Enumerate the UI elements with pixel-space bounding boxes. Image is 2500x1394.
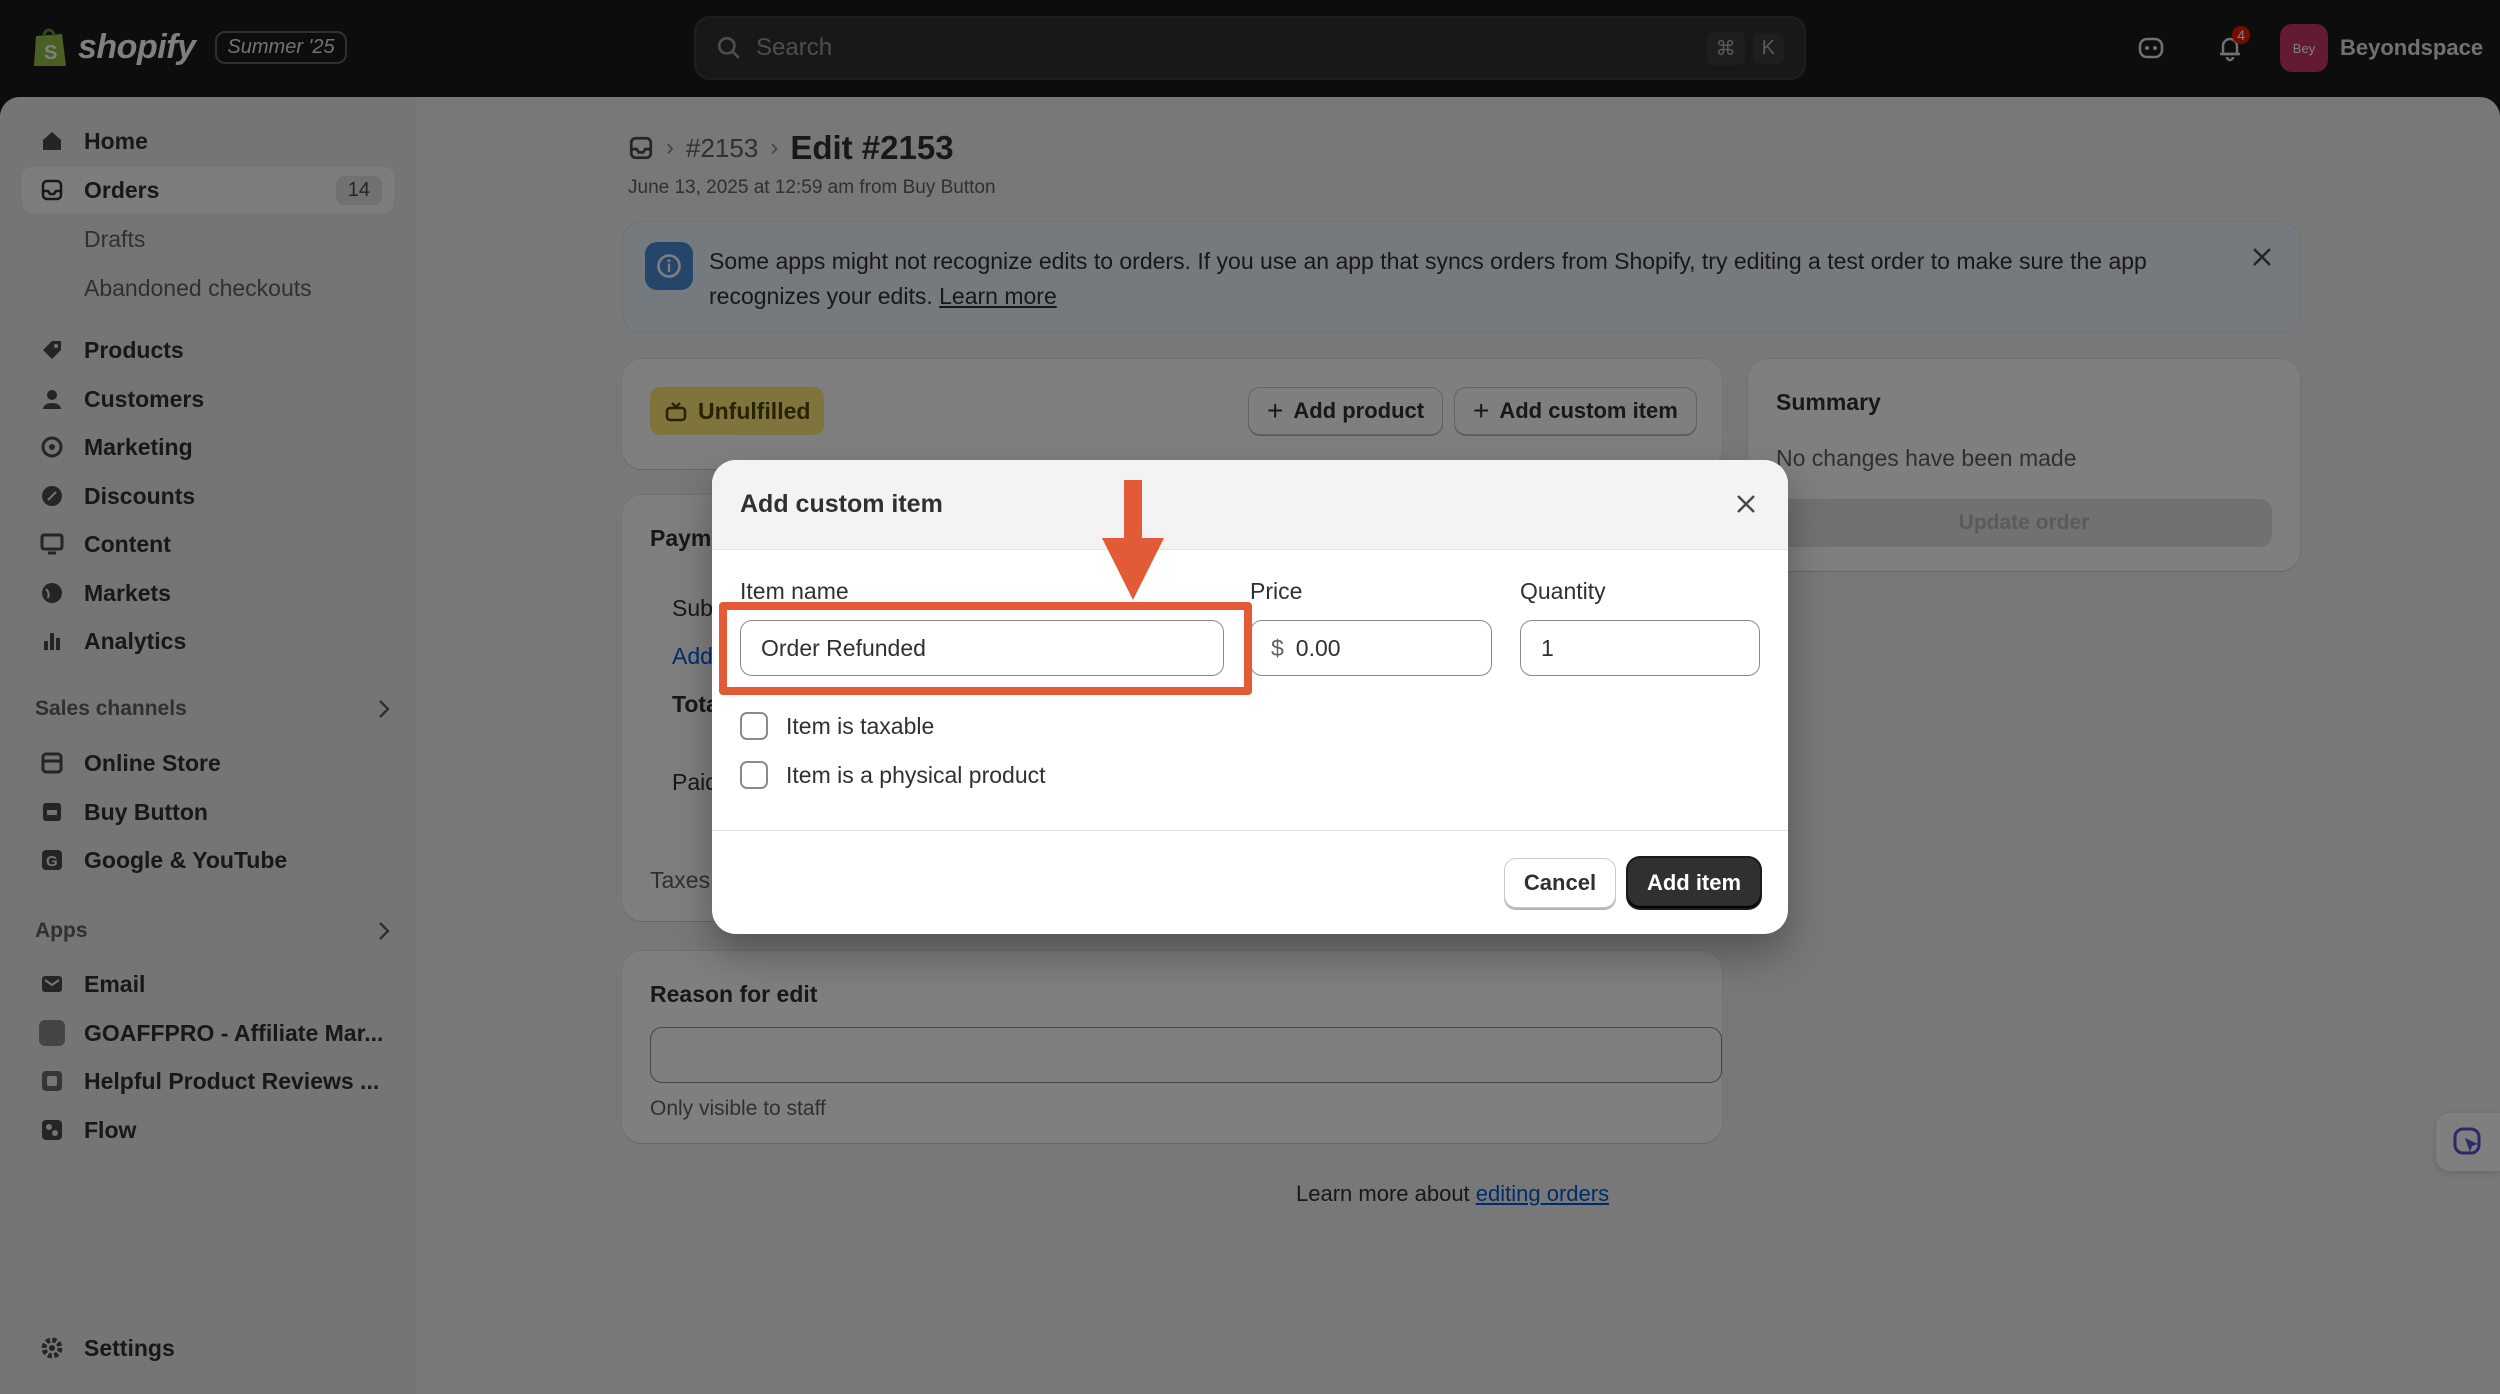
add-custom-item-modal: Add custom item Item name Order Refunded… — [712, 460, 1788, 934]
item-name-label: Item name — [740, 578, 849, 604]
add-item-button[interactable]: Add item — [1628, 858, 1760, 908]
modal-footer-divider — [712, 830, 1788, 831]
quantity-label: Quantity — [1520, 578, 1606, 604]
close-icon[interactable] — [1732, 490, 1760, 518]
taxable-label: Item is taxable — [786, 712, 935, 739]
taxable-checkbox-row[interactable]: Item is taxable — [740, 712, 934, 740]
physical-product-label: Item is a physical product — [786, 761, 1046, 788]
price-field[interactable]: $ 0.00 — [1250, 620, 1492, 676]
price-value: 0.00 — [1295, 634, 1341, 661]
cancel-button[interactable]: Cancel — [1504, 858, 1616, 908]
price-label: Price — [1250, 578, 1303, 604]
taxable-checkbox[interactable] — [740, 712, 768, 740]
physical-checkbox-row[interactable]: Item is a physical product — [740, 761, 1046, 789]
modal-header: Add custom item — [712, 460, 1788, 550]
modal-title: Add custom item — [740, 490, 943, 518]
quantity-value: 1 — [1541, 634, 1554, 661]
currency-prefix: $ — [1271, 634, 1284, 661]
annotation-highlight-box — [719, 602, 1252, 695]
physical-product-checkbox[interactable] — [740, 761, 768, 789]
quantity-field[interactable]: 1 — [1520, 620, 1760, 676]
annotation-arrow-down-icon — [1102, 480, 1164, 600]
